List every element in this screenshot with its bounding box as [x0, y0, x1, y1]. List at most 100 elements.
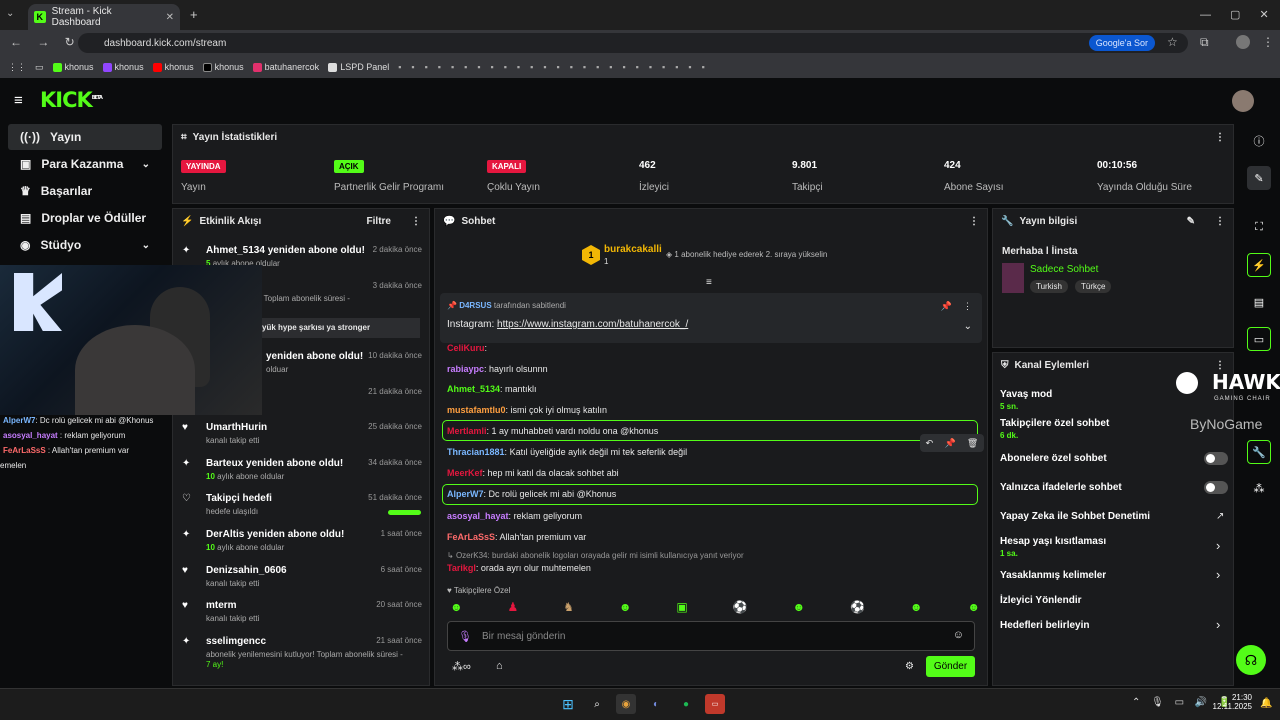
search-icon[interactable]: ⌕	[587, 694, 607, 714]
folder-icon[interactable]: ▭	[35, 62, 44, 73]
followers-only-setting[interactable]: Takipçilere özel sohbet 6 dk.	[1000, 418, 1109, 440]
info-icon[interactable]: ⓘ	[1247, 129, 1271, 153]
hamburger-menu-icon[interactable]: ≡	[14, 92, 23, 109]
window-controls[interactable]: — ▢ ✕	[1200, 8, 1269, 21]
bookmark-lspd[interactable]: LSPD Panel	[328, 62, 389, 72]
extensions-icon[interactable]: ⧉	[1200, 35, 1209, 50]
discord-icon[interactable]: ◐	[646, 694, 666, 714]
kick-header	[0, 78, 1280, 122]
chat-input[interactable]: 🎙 Bir mesaj gönderin ☺	[447, 621, 975, 651]
external-link-icon[interactable]: ↗	[1216, 511, 1224, 522]
chevron-down-icon[interactable]: ⌄	[964, 321, 972, 332]
sidebar-item-studyo[interactable]: ◉ Stüdyo ⌄	[8, 232, 162, 258]
subscribers-only-toggle[interactable]	[1204, 452, 1228, 465]
chat-tools-icon[interactable]: ⁂∞	[452, 660, 471, 673]
chrome-icon[interactable]: ◉	[616, 694, 636, 714]
send-button[interactable]: Gönder	[926, 656, 975, 677]
spotify-icon[interactable]: ●	[676, 694, 696, 714]
mic-icon[interactable]: 🎙	[458, 630, 472, 643]
slow-mode-setting[interactable]: Yavaş mod 5 sn.	[1000, 389, 1052, 411]
tag-turkce[interactable]: Türkçe	[1075, 280, 1112, 293]
filter-button[interactable]: Filtre	[367, 216, 391, 227]
collapse-icon[interactable]: ≡	[706, 277, 712, 288]
edit-icon[interactable]: ✎	[1247, 166, 1271, 190]
ai-moderation-setting[interactable]: Yapay Zeka ile Sohbet Denetimi	[1000, 511, 1150, 522]
user-avatar[interactable]	[1232, 90, 1254, 112]
chat-message[interactable]: Mertlamli: 1 ay muhabbeti vardı noldu on…	[447, 426, 658, 436]
menu-dots-icon[interactable]: ⋮	[1262, 35, 1274, 49]
sidebar-item-droplar[interactable]: ▤ Droplar ve Ödüller	[8, 205, 162, 231]
tag-turkish[interactable]: Turkish	[1030, 280, 1068, 293]
category-name[interactable]: Sadece Sohbet	[1030, 264, 1098, 275]
message-actions[interactable]: ↶ 📌 🗑	[920, 434, 984, 452]
chat-message[interactable]: Ahmet_5134: mantıklı	[447, 384, 537, 394]
sidebar-item-yayin[interactable]: ((·)) Yayın	[8, 124, 162, 150]
goals-setting[interactable]: Hedefleri belirleyin	[1000, 620, 1089, 631]
chevron-right-icon[interactable]: ›	[1216, 567, 1220, 582]
chat-icon[interactable]: ▭	[1247, 327, 1271, 351]
url-input[interactable]: dashboard.kick.com/stream	[78, 33, 1188, 53]
more-icon[interactable]: ⋮	[1215, 132, 1225, 143]
emote-row[interactable]: ☻ ♟ ♞ ☻ ▣ ⚽ ☻ ⚽ ☻ ☻	[450, 600, 980, 616]
support-headset-icon[interactable]: ☊	[1236, 645, 1266, 675]
top-gifter-name[interactable]: burakcakalli	[604, 244, 662, 255]
bookmark-youtube[interactable]: khonus	[152, 62, 194, 72]
emote-only-setting[interactable]: Yalnızca ifadelerle sohbet	[1000, 482, 1122, 493]
clock[interactable]: 21:30 12.11.2025	[1212, 693, 1252, 711]
sidebar-item-basarilar[interactable]: ♛ Başarılar	[8, 178, 162, 204]
more-icon[interactable]: ⋮	[1215, 216, 1225, 227]
subscribers-only-setting[interactable]: Abonelere özel sohbet	[1000, 453, 1107, 464]
chevron-right-icon[interactable]: ›	[1216, 617, 1220, 632]
chat-message[interactable]: FeArLaSsS: Allah'tan premium var	[447, 532, 586, 542]
wrench-icon[interactable]: 🔧	[1247, 440, 1271, 464]
bookmark-kick[interactable]: khonus	[52, 62, 94, 72]
chat-message[interactable]: MeerKef: hep mi katıl da olacak sohbet a…	[447, 468, 619, 478]
bookmark-x[interactable]: khonus	[202, 62, 244, 72]
sidebar-item-para[interactable]: ▣ Para Kazanma ⌄	[8, 151, 162, 177]
bolt-icon[interactable]: ⚡	[1247, 253, 1271, 277]
chat-message[interactable]: Tarikgl: orada ayrı olur muhtemelen	[447, 563, 591, 573]
more-icon[interactable]: ⋮	[411, 216, 421, 227]
account-age-setting[interactable]: Hesap yaşı kısıtlaması 1 sa.	[1000, 536, 1106, 558]
apps-icon[interactable]: ⁂	[1247, 476, 1271, 500]
browser-tab[interactable]: K Stream - Kick Dashboard ✕	[28, 4, 180, 30]
close-tab-icon[interactable]: ✕	[166, 12, 174, 23]
raid-setting[interactable]: İzleyici Yönlendir	[1000, 595, 1082, 606]
chat-message[interactable]: CeliKuru:	[447, 343, 487, 353]
emoji-icon[interactable]: ☺	[953, 629, 964, 641]
windows-start-icon[interactable]: ⊞	[558, 694, 578, 714]
profile-avatar[interactable]	[1236, 35, 1250, 49]
edit-icon[interactable]: ✎	[1187, 216, 1195, 227]
more-icon[interactable]: ⋮	[963, 301, 972, 312]
apps-icon[interactable]: ⋮⋮	[8, 62, 26, 73]
store-icon[interactable]: ⌂	[496, 660, 503, 672]
document-icon[interactable]: ▤	[1247, 290, 1271, 314]
chevron-right-icon[interactable]: ›	[1216, 538, 1220, 553]
chat-message[interactable]: rabiaypc: hayırlı olsunnn	[447, 364, 548, 374]
banned-words-setting[interactable]: Yasaklanmış kelimeler	[1000, 570, 1106, 581]
nav-buttons[interactable]: ← → ↻	[10, 35, 75, 49]
google-ask-button[interactable]: Google'a Sor	[1088, 35, 1155, 51]
chat-message[interactable]: Thracian1881: Katıl üyeliğide aylık deği…	[447, 447, 687, 457]
star-icon[interactable]: ☆	[1167, 35, 1178, 49]
tab-list-icon[interactable]: ⌄	[6, 8, 14, 19]
kick-logo[interactable]: KICKBETA	[40, 88, 103, 112]
category-thumbnail[interactable]	[1002, 263, 1024, 293]
bookmark-icons-row[interactable]: ▪▪▪▪▪▪▪▪▪▪▪▪▪▪▪▪▪▪▪▪▪▪▪▪	[398, 62, 715, 72]
notifications-icon[interactable]: 🔔	[1260, 698, 1272, 709]
more-icon[interactable]: ⋮	[969, 216, 979, 227]
new-tab-icon[interactable]: +	[190, 7, 198, 22]
chat-message[interactable]: asosyal_hayat: reklam geliyorum	[447, 511, 582, 521]
heart-icon: ♥	[182, 600, 188, 611]
expand-icon[interactable]: ⛶	[1247, 215, 1271, 239]
chat-message[interactable]: AlperW7: Dc rolü gelicek mi abi @Khonus	[447, 489, 616, 499]
settings-gear-icon[interactable]: ⚙	[905, 661, 914, 672]
chat-message[interactable]: mustafamtlu0: ismi çok iyi olmuş katılın	[447, 405, 607, 415]
pinned-link[interactable]: https://www.instagram.com/batuhanercok_/	[497, 319, 688, 330]
bookmark-twitch[interactable]: khonus	[102, 62, 144, 72]
more-icon[interactable]: ⋮	[1215, 360, 1225, 371]
app-icon[interactable]: ▭	[705, 694, 725, 714]
emote-only-toggle[interactable]	[1204, 481, 1228, 494]
bookmark-instagram[interactable]: batuhanercok	[252, 62, 319, 72]
unpin-icon[interactable]: 📌	[941, 301, 952, 312]
